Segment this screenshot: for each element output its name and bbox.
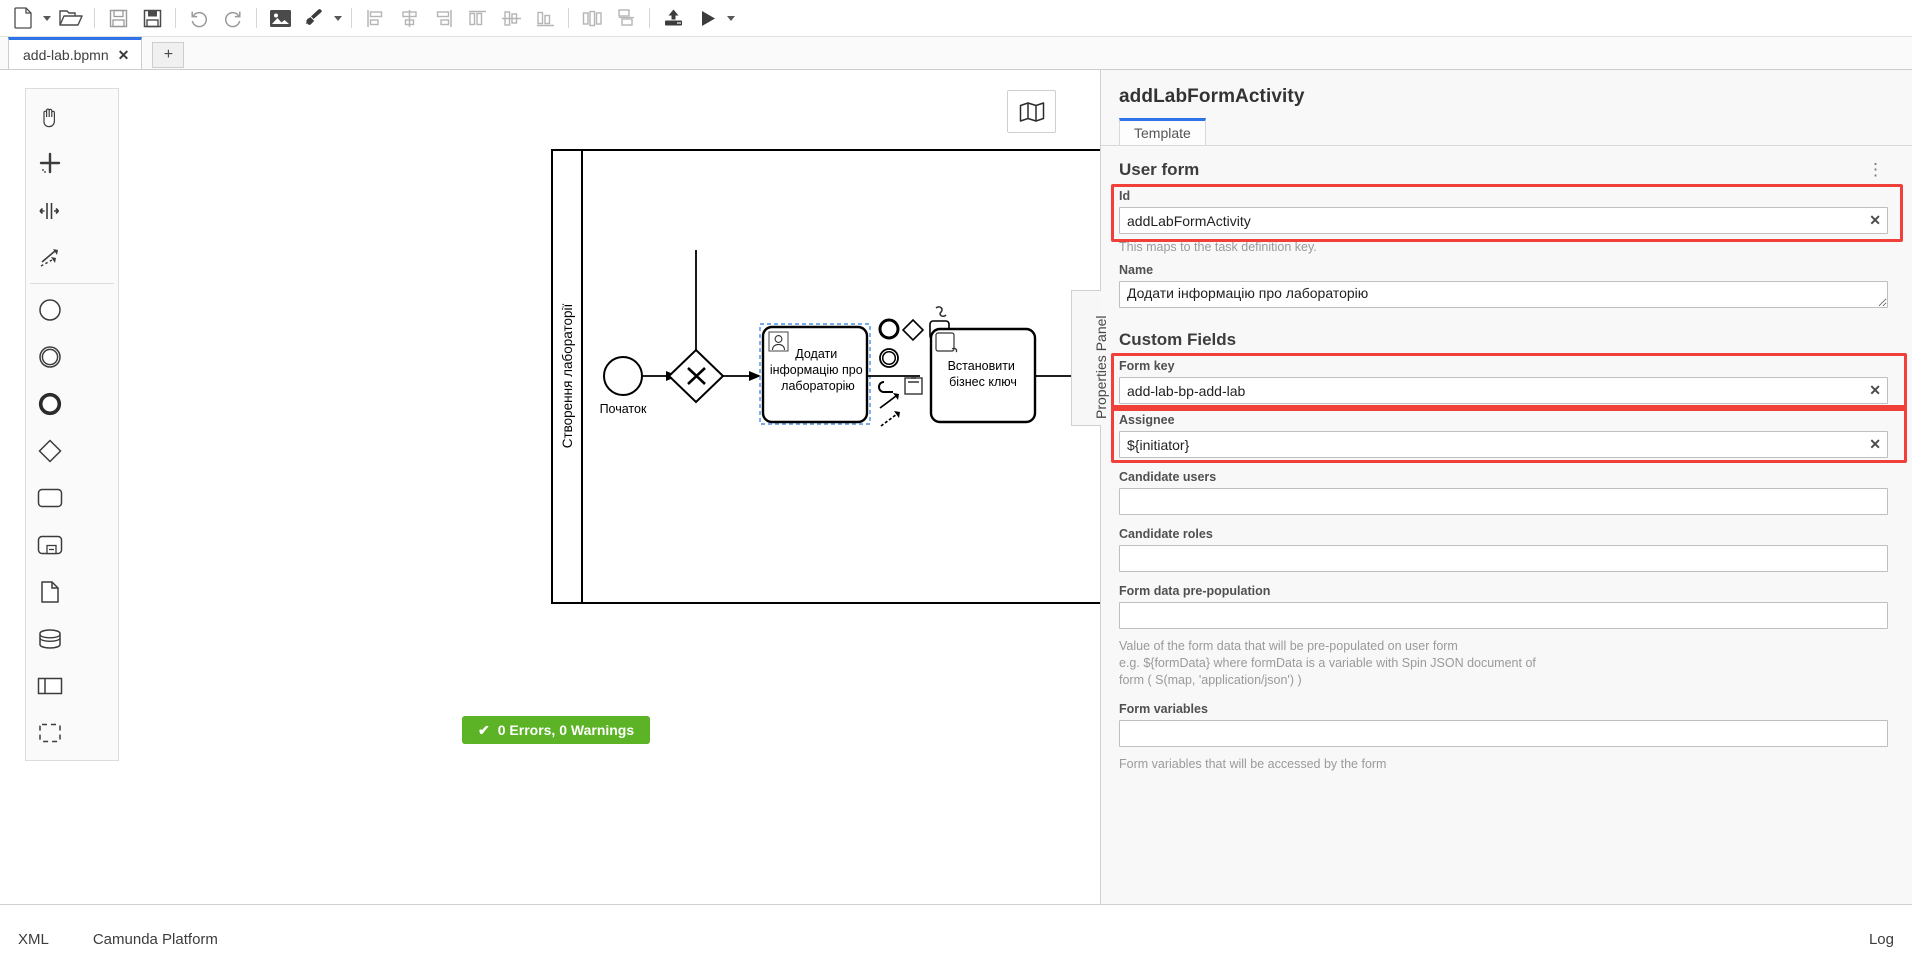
tab-close-icon[interactable]: ✕ [118,48,130,62]
check-icon: ✔ [478,721,490,738]
toolbar-divider [94,8,95,28]
properties-panel-handle[interactable]: Properties Panel [1071,290,1109,426]
new-file-dropdown[interactable] [40,3,54,33]
field-name-label: Name [1119,263,1154,277]
editor-tab-bar: add-lab.bpmn ✕ + [0,37,1912,70]
form-key-input[interactable] [1119,377,1888,404]
field-assignee: Assignee ✕ [1101,407,1912,461]
tab-template[interactable]: Template [1119,118,1206,145]
color-picker-dropdown[interactable] [331,3,345,33]
validation-status-label: 0 Errors, 0 Warnings [497,722,635,738]
deploy-button[interactable] [656,3,690,33]
start-process-button[interactable] [690,3,724,33]
field-form-variables: Form variables [1101,693,1912,750]
assignee-input[interactable] [1119,431,1888,458]
tab-label: add-lab.bpmn [23,46,109,63]
align-center-button[interactable] [392,3,426,33]
properties-tab-list: Template [1101,118,1912,146]
field-candidate-roles: Candidate roles [1101,518,1912,575]
field-form-variables-hint: Form variables that will be accessed by … [1119,757,1387,771]
section-custom-fields-title: Custom Fields [1119,330,1237,349]
status-bar: XML Camunda Platform Log [0,904,1912,974]
properties-panel: addLabFormActivity Template User form ⋮ … [1100,70,1912,904]
field-form-data-prepopulation: Form data pre-population [1101,575,1912,632]
form-data-prepopulation-input[interactable] [1119,602,1888,629]
open-file-button[interactable] [54,3,88,33]
field-form-data-prepopulation-label: Form data pre-population [1119,584,1271,598]
field-assignee-label: Assignee [1119,413,1175,427]
align-top-button[interactable] [460,3,494,33]
align-bottom-button[interactable] [528,3,562,33]
field-id: Id ✕ [1101,186,1912,237]
field-candidate-users: Candidate users [1101,461,1912,518]
toolbar-divider [351,8,352,28]
align-middle-button[interactable] [494,3,528,33]
start-event-label: Початок [600,402,647,416]
candidate-roles-input[interactable] [1119,545,1888,572]
section-custom-fields-header: Custom Fields [1101,316,1912,356]
redo-button[interactable] [216,3,250,33]
align-left-button[interactable] [358,3,392,33]
section-user-form-header: User form ⋮ [1101,146,1912,186]
field-form-key: Form key ✕ [1101,356,1912,407]
field-form-key-label: Form key [1119,359,1175,373]
properties-panel-handle-label: Properties Panel [1093,315,1109,419]
hint-line-3: form ( S(map, 'application/json') ) [1119,673,1302,687]
align-right-button[interactable] [426,3,460,33]
assignee-clear-icon[interactable]: ✕ [1869,436,1881,453]
user-task-type-icon [768,331,789,352]
field-candidate-roles-label: Candidate roles [1119,527,1213,541]
export-image-button[interactable] [263,3,297,33]
candidate-users-input[interactable] [1119,488,1888,515]
main-toolbar [0,0,1912,37]
field-candidate-users-label: Candidate users [1119,470,1217,484]
new-tab-button[interactable]: + [152,42,185,68]
camunda-modeler-window: add-lab.bpmn ✕ + Створення лабораторії П… [0,0,1912,974]
distribute-vertically-button[interactable] [609,3,643,33]
hint-line-2: e.g. ${formData} where formData is a var… [1119,656,1536,670]
engine-profile-label[interactable]: Camunda Platform [93,931,218,948]
start-process-dropdown[interactable] [724,3,738,33]
kebab-menu-icon[interactable]: ⋮ [1863,161,1888,178]
form-variables-input[interactable] [1119,720,1888,747]
field-form-data-prepopulation-hint: Value of the form data that will be pre-… [1101,632,1912,693]
distribute-horizontally-button[interactable] [575,3,609,33]
field-id-label: Id [1119,189,1131,203]
section-user-form-title: User form [1119,160,1200,179]
id-clear-icon[interactable]: ✕ [1869,212,1881,229]
xml-view-button[interactable]: XML [18,931,49,948]
properties-panel-title: addLabFormActivity [1119,86,1305,107]
hint-line-1: Value of the form data that will be pre-… [1119,639,1458,653]
validation-status-badge[interactable]: ✔ 0 Errors, 0 Warnings [462,716,651,744]
toolbar-divider [568,8,569,28]
toolbar-divider [649,8,650,28]
bpmn-canvas[interactable]: Створення лабораторії Початок Додати інф… [0,70,1100,904]
field-name: Name [1101,260,1912,316]
save-as-button[interactable] [135,3,169,33]
form-key-clear-icon[interactable]: ✕ [1869,382,1881,399]
bpmn-diagram[interactable]: Створення лабораторії Початок Додати інф… [0,70,1100,904]
undo-button[interactable] [182,3,216,33]
start-event-shape [603,356,643,396]
field-id-hint: This maps to the task definition key. [1119,240,1317,254]
log-button[interactable]: Log [1869,931,1894,948]
id-input[interactable] [1119,207,1888,234]
toolbar-divider [175,8,176,28]
pool-label: Створення лабораторії [560,303,575,448]
field-form-variables-label: Form variables [1119,702,1208,716]
name-input[interactable] [1119,281,1888,308]
toolbar-divider [256,8,257,28]
tab-add-lab-bpmn[interactable]: add-lab.bpmn ✕ [8,37,143,69]
save-file-button[interactable] [101,3,135,33]
service-task-type-icon [935,332,958,353]
new-file-button[interactable] [6,3,40,33]
color-picker-button[interactable] [297,3,331,33]
